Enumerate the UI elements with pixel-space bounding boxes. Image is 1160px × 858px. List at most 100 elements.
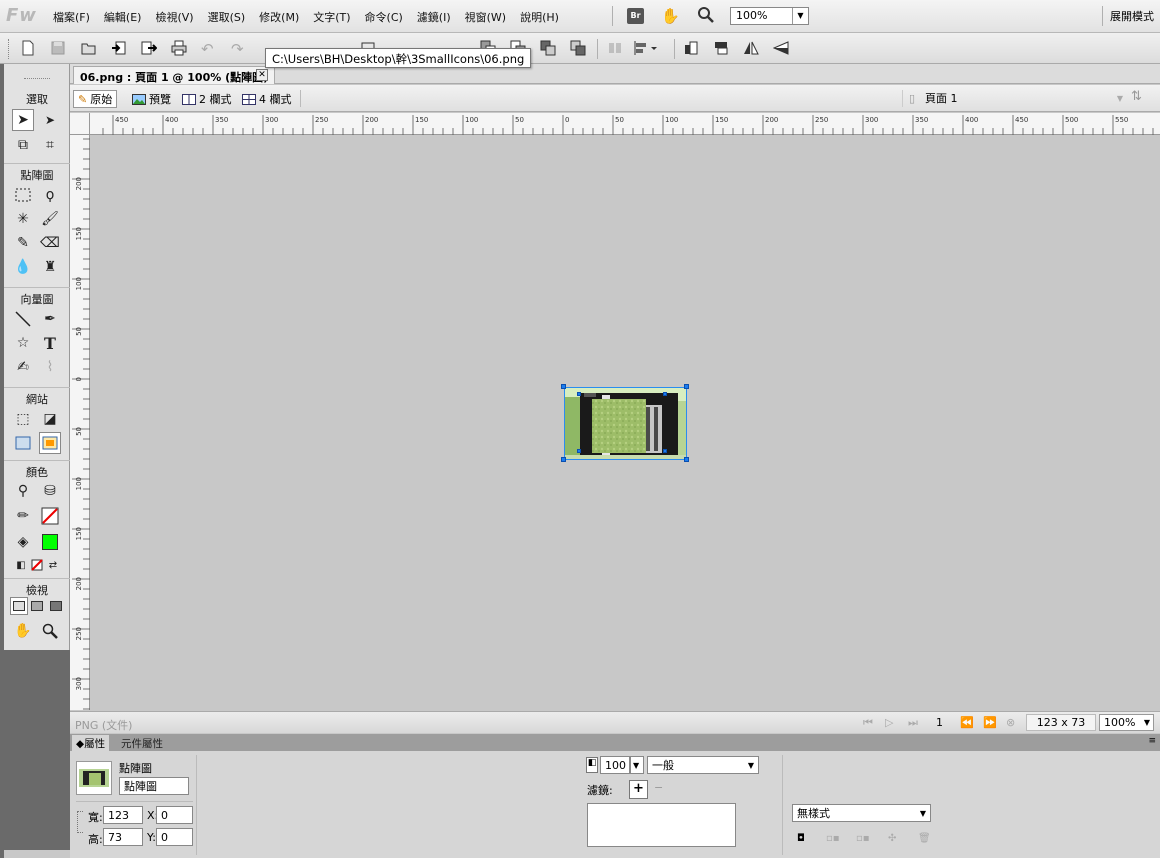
tab-symbol-properties[interactable]: 元件屬性 <box>117 736 167 751</box>
magic-wand-tool-icon[interactable]: ✳ <box>12 208 34 230</box>
fill-bucket-icon[interactable]: ◈ <box>12 531 34 553</box>
blend-mode-select[interactable]: 一般 ▼ <box>647 756 759 774</box>
full-screen-icon[interactable] <box>47 597 65 615</box>
stroke-color-swatch[interactable] <box>39 505 61 527</box>
redo-icon[interactable]: ↷ <box>231 40 247 58</box>
import-icon[interactable] <box>111 40 127 56</box>
rotate-ccw-icon[interactable] <box>683 40 699 56</box>
lasso-tool-icon[interactable]: ϙ <box>39 184 61 206</box>
scale-tool-icon[interactable]: ⧉ <box>12 134 34 156</box>
full-screen-menus-icon[interactable] <box>28 597 46 615</box>
selection-point[interactable] <box>663 392 667 396</box>
knife-tool-icon[interactable]: ⌇ <box>39 356 61 378</box>
menu-text[interactable]: 文字(T) <box>306 9 357 25</box>
menu-select[interactable]: 選取(S) <box>201 9 253 25</box>
zoom-icon[interactable] <box>697 6 715 24</box>
pencil-tool-icon[interactable]: ✎ <box>12 232 34 254</box>
star-tool-icon[interactable]: ☆ <box>12 332 34 354</box>
vertical-ruler[interactable]: 200 150 100 50 0 50 100 150 200 250 300 <box>70 135 90 710</box>
menu-modify[interactable]: 修改(M) <box>252 9 306 25</box>
status-zoom-select[interactable]: 100% ▼ <box>1099 714 1154 731</box>
tab-preview[interactable]: 預覽 <box>128 90 175 108</box>
crop-tool-icon[interactable]: ⌗ <box>39 134 61 156</box>
flip-vertical-icon[interactable] <box>772 40 789 56</box>
horizontal-ruler[interactable]: 450 400 350 300 250 200 150 100 50 0 50 100 150 200 25… <box>90 113 1160 135</box>
eyedropper-tool-icon[interactable]: ⚲ <box>12 480 34 502</box>
object-name-input[interactable]: 點陣圖 <box>119 777 189 795</box>
line-tool-icon[interactable] <box>12 308 34 330</box>
document-bitmap[interactable] <box>564 387 687 460</box>
width-input[interactable]: 123 <box>103 806 143 824</box>
height-input[interactable]: 73 <box>103 828 143 846</box>
new-style-icon[interactable]: ◘ <box>797 833 805 844</box>
send-backward-icon[interactable] <box>570 40 586 56</box>
hand-icon[interactable]: ✋ <box>661 7 680 25</box>
text-tool-icon[interactable]: T <box>39 332 61 354</box>
bring-forward-icon[interactable] <box>540 40 556 56</box>
stamp-tool-icon[interactable]: ♜ <box>39 256 61 278</box>
chevron-down-icon[interactable]: ▼ <box>792 8 808 24</box>
filters-list[interactable] <box>587 803 736 847</box>
menu-view[interactable]: 檢視(V) <box>148 9 200 25</box>
tab-2up[interactable]: 2 欄式 <box>178 90 236 108</box>
freeform-tool-icon[interactable]: ✍ <box>12 356 34 378</box>
doc-size[interactable]: 123 x 73 <box>1026 714 1096 731</box>
tab-properties[interactable]: ◆屬性 <box>72 735 110 751</box>
prev-frame-icon[interactable]: ⏪ <box>960 716 974 729</box>
open-icon[interactable] <box>81 40 97 56</box>
fill-color-swatch[interactable] <box>39 531 61 553</box>
close-icon[interactable]: ✕ <box>256 69 268 81</box>
undo-icon[interactable]: ↶ <box>201 40 217 58</box>
selection-point[interactable] <box>663 449 667 453</box>
standard-screen-icon[interactable] <box>10 597 28 615</box>
zoom-select[interactable]: 100% ▼ <box>730 7 809 25</box>
menu-file[interactable]: 檔案(F) <box>46 9 97 25</box>
paint-bucket-tool-icon[interactable]: ⛁ <box>39 480 61 502</box>
delete-style-icon[interactable]: 🗑 <box>918 833 931 844</box>
distribute-icon[interactable] <box>607 40 623 56</box>
menu-filters[interactable]: 濾鏡(I) <box>410 9 458 25</box>
opacity-input[interactable]: 100 <box>600 756 630 774</box>
break-style-icon[interactable]: ▫▪ <box>856 833 870 844</box>
marquee-tool-icon[interactable] <box>12 184 34 206</box>
hide-slices-icon[interactable] <box>12 432 34 454</box>
style-select[interactable]: 無樣式 ▼ <box>792 804 931 822</box>
resize-handle-ne[interactable] <box>684 384 689 389</box>
zoom-tool-icon[interactable] <box>39 620 61 642</box>
pointer-tool-icon[interactable]: ➤ <box>12 109 34 131</box>
align-icon[interactable] <box>633 40 659 56</box>
page-nav-icon[interactable]: ⇅ <box>1131 89 1142 104</box>
ruler-corner[interactable] <box>70 113 90 135</box>
blur-tool-icon[interactable]: 💧 <box>12 256 34 278</box>
subselect-tool-icon[interactable]: ➤ <box>39 109 61 131</box>
menu-commands[interactable]: 命令(C) <box>358 9 410 25</box>
selection-point[interactable] <box>577 449 581 453</box>
resize-handle-nw[interactable] <box>561 384 566 389</box>
bridge-button[interactable]: Br <box>627 8 644 24</box>
rotate-cw-icon[interactable] <box>713 40 729 56</box>
last-frame-icon[interactable]: ⏭ <box>908 716 918 730</box>
flip-horizontal-icon[interactable] <box>743 40 759 56</box>
play-icon[interactable]: ▷ <box>885 716 893 729</box>
constrain-icon[interactable] <box>77 811 83 833</box>
selection-point[interactable] <box>577 392 581 396</box>
tab-4up[interactable]: 4 欄式 <box>238 90 296 108</box>
pen-tool-icon[interactable]: ✒ <box>39 308 61 330</box>
workspace-switcher[interactable]: 展開模式 <box>1110 8 1160 24</box>
document-tab[interactable]: 06.png : 頁面 1 @ 100% (點陣圖) <box>73 66 276 84</box>
hotspot-tool-icon[interactable]: ⬚ <box>12 408 34 430</box>
swap-colors-icon[interactable]: ⇄ <box>42 554 64 576</box>
save-icon[interactable] <box>50 40 66 56</box>
brush-tool-icon[interactable]: 🖌 <box>39 208 61 230</box>
eraser-tool-icon[interactable]: ⌫ <box>39 232 61 254</box>
next-frame-icon[interactable]: ⏩ <box>983 716 997 729</box>
menu-help[interactable]: 說明(H) <box>513 9 566 25</box>
tab-original[interactable]: ✎ 原始 <box>73 90 118 108</box>
redefine-style-icon[interactable]: ▫▪ <box>826 833 840 844</box>
resize-handle-sw[interactable] <box>561 457 566 462</box>
y-input[interactable]: 0 <box>156 828 193 846</box>
style-options-icon[interactable]: ✣ <box>888 833 896 844</box>
stop-icon[interactable]: ⊗ <box>1006 716 1015 729</box>
menu-edit[interactable]: 編輯(E) <box>97 9 149 25</box>
panel-menu-icon[interactable]: ≡ <box>1148 736 1156 746</box>
